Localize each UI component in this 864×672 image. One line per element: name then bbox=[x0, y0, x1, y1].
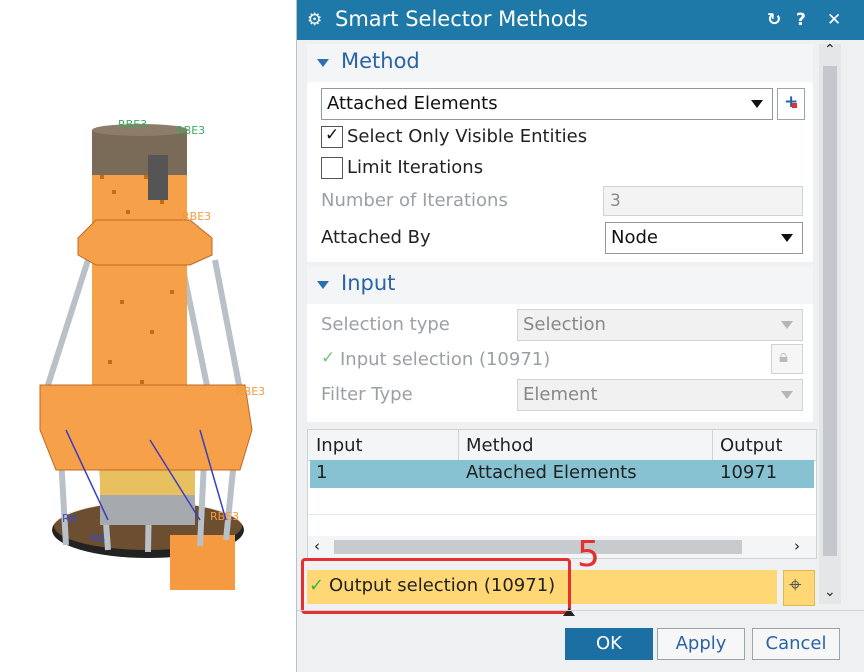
column-header-input[interactable]: Input bbox=[316, 435, 363, 456]
svg-text:RB: RB bbox=[62, 512, 77, 525]
row-input-cell: 1 bbox=[316, 462, 328, 483]
footer-divider bbox=[297, 610, 864, 611]
selection-type-value: Selection bbox=[523, 314, 606, 335]
attached-by-value: Node bbox=[611, 227, 658, 248]
svg-text:RBE3: RBE3 bbox=[182, 210, 211, 223]
collapse-caret-icon bbox=[317, 59, 329, 67]
help-icon[interactable]: ? bbox=[796, 10, 806, 30]
add-crosshair-icon: + bbox=[784, 92, 799, 112]
lock-icon: 🔒︎ bbox=[779, 347, 789, 367]
select-visible-label: Select Only Visible Entities bbox=[347, 126, 588, 147]
scroll-down-icon[interactable]: ⌄ bbox=[824, 584, 836, 600]
filter-type-label: Filter Type bbox=[321, 384, 413, 405]
method-section-header[interactable]: Method bbox=[307, 44, 813, 82]
num-iterations-label: Number of Iterations bbox=[321, 190, 508, 211]
column-divider bbox=[712, 430, 713, 460]
apply-button[interactable]: Apply bbox=[657, 628, 745, 660]
method-panel: Attached Elements + ✓ Select Only Visibl… bbox=[307, 82, 813, 262]
close-icon[interactable]: ✕ bbox=[827, 10, 841, 30]
column-header-output[interactable]: Output bbox=[720, 435, 783, 456]
attached-by-dropdown[interactable]: Node bbox=[605, 222, 803, 254]
scroll-left-icon[interactable]: ‹ bbox=[314, 537, 320, 555]
dialog-titlebar: ⚙ Smart Selector Methods ↻ ? ✕ bbox=[297, 0, 864, 40]
red-dot-icon bbox=[792, 103, 797, 108]
column-header-method[interactable]: Method bbox=[466, 435, 534, 456]
svg-text:RB: RB bbox=[90, 532, 105, 545]
method-section-title: Method bbox=[341, 49, 420, 73]
horizontal-scrollbar[interactable]: ‹ › bbox=[308, 536, 816, 558]
num-iterations-value: 3 bbox=[610, 191, 621, 211]
row-divider bbox=[308, 514, 816, 515]
input-section-header[interactable]: Input bbox=[307, 266, 813, 304]
column-divider bbox=[458, 430, 459, 460]
add-method-button[interactable]: + bbox=[777, 88, 805, 120]
limit-iterations-label: Limit Iterations bbox=[347, 157, 484, 178]
scroll-right-icon[interactable]: › bbox=[794, 537, 800, 555]
model-viewport[interactable]: RBE3 RBE3 RBE3 RBE3 RBE3 RB RB bbox=[0, 0, 296, 672]
selection-type-dropdown: Selection bbox=[517, 309, 803, 341]
scrollbar-thumb[interactable] bbox=[823, 66, 837, 556]
chevron-down-icon bbox=[781, 234, 793, 242]
scroll-up-icon[interactable]: ⌃ bbox=[824, 42, 836, 58]
method-dropdown-value: Attached Elements bbox=[327, 93, 498, 114]
row-output-cell: 10971 bbox=[720, 462, 778, 483]
gear-icon: ⚙ bbox=[307, 10, 323, 30]
ok-button[interactable]: OK bbox=[565, 628, 653, 660]
pick-output-button[interactable]: ⌖ bbox=[783, 570, 815, 606]
input-selection-label[interactable]: Input selection (10971) bbox=[340, 349, 550, 370]
dialog-content: Method Attached Elements + ✓ Select Only… bbox=[301, 44, 817, 616]
chevron-down-icon bbox=[781, 321, 793, 329]
table-header: Input Method Output bbox=[308, 430, 816, 461]
smart-selector-dialog: ⚙ Smart Selector Methods ↻ ? ✕ Method At… bbox=[296, 0, 864, 672]
check-icon: ✓ bbox=[321, 348, 336, 368]
svg-text:RBE3: RBE3 bbox=[118, 118, 147, 131]
table-row[interactable]: 1 Attached Elements 10971 bbox=[310, 460, 814, 488]
num-iterations-input: 3 bbox=[603, 186, 803, 216]
checkmark-icon: ✓ bbox=[325, 125, 340, 145]
dialog-title: Smart Selector Methods bbox=[335, 7, 588, 31]
satellite-model: RBE3 RBE3 RBE3 RBE3 RBE3 RB RB bbox=[39, 118, 265, 590]
attached-by-label: Attached By bbox=[321, 227, 431, 248]
filter-type-dropdown: Element bbox=[517, 379, 803, 411]
reset-icon[interactable]: ↻ bbox=[767, 10, 781, 30]
annotation-number: 5 bbox=[577, 534, 600, 575]
filter-type-value: Element bbox=[523, 384, 598, 405]
svg-text:RBE3: RBE3 bbox=[236, 385, 265, 398]
scrollbar-thumb[interactable] bbox=[334, 540, 742, 554]
row-method-cell: Attached Elements bbox=[466, 462, 637, 483]
collapse-caret-icon bbox=[317, 281, 329, 289]
method-dropdown[interactable]: Attached Elements bbox=[321, 88, 773, 120]
select-visible-checkbox[interactable]: ✓ bbox=[321, 125, 343, 148]
results-table[interactable]: Input Method Output 1 Attached Elements … bbox=[307, 429, 817, 559]
crosshair-icon: ⌖ bbox=[789, 573, 802, 598]
limit-iterations-checkbox[interactable] bbox=[321, 157, 343, 179]
selection-type-label: Selection type bbox=[321, 314, 450, 335]
lock-button[interactable]: 🔒︎ bbox=[771, 344, 803, 374]
vertical-scrollbar[interactable]: ⌃ ⌄ bbox=[819, 42, 841, 604]
input-section-title: Input bbox=[341, 271, 396, 295]
svg-text:RBE3: RBE3 bbox=[176, 124, 205, 137]
cancel-button[interactable]: Cancel bbox=[752, 628, 840, 660]
annotation-box bbox=[301, 558, 571, 614]
chevron-down-icon bbox=[781, 391, 793, 399]
input-panel: Selection type Selection ✓ Input selecti… bbox=[307, 304, 813, 422]
chevron-down-icon bbox=[751, 100, 763, 108]
